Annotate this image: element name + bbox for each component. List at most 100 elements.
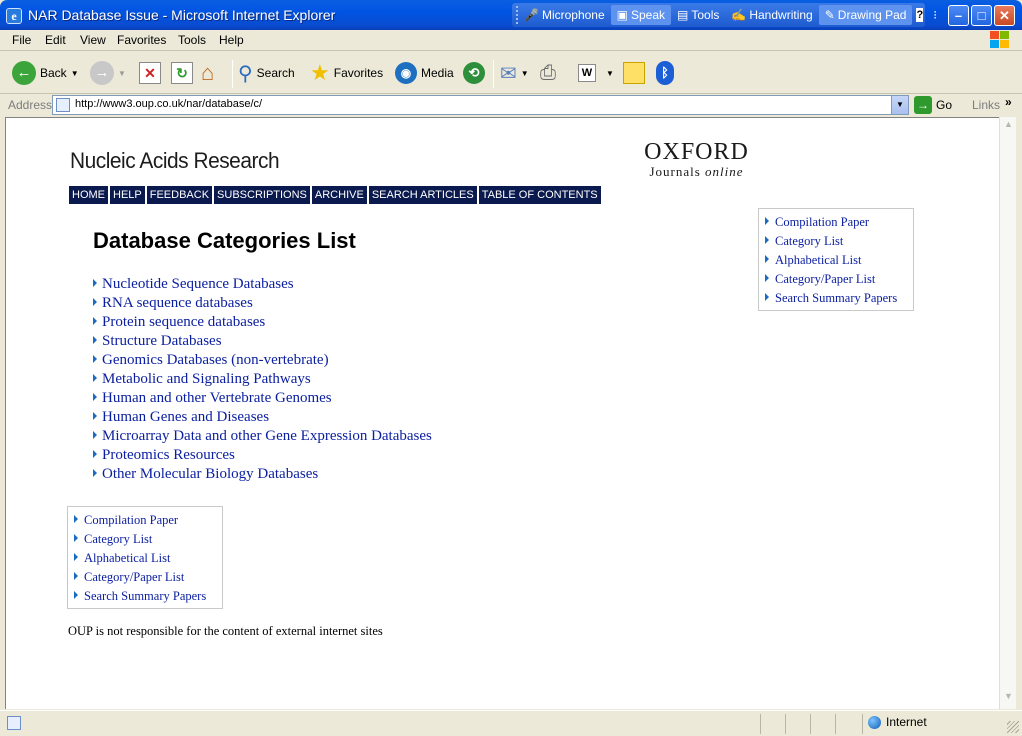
favorites-button[interactable]: ★ Favorites [310,58,383,88]
nav-help[interactable]: HELP [110,186,145,204]
menu-help[interactable]: Help [219,33,244,47]
menu-tools[interactable]: Tools [178,33,206,47]
microphone-button[interactable]: 🎤 Microphone [518,5,611,25]
language-bar-options-icon[interactable]: ⁝ [927,5,943,25]
alphabetical-list-link[interactable]: Alphabetical List [84,551,170,566]
list-item: Category/Paper List [74,568,218,587]
menu-file[interactable]: File [12,33,31,47]
arrow-bullet-icon [765,292,769,301]
history-button[interactable]: ⟲ [463,58,485,88]
search-button[interactable]: ⚲ Search [238,58,295,88]
language-bar-help-button[interactable]: ? [916,8,924,22]
nav-table-of-contents[interactable]: TABLE OF CONTENTS [478,186,601,204]
nav-archive[interactable]: ARCHIVE [311,186,367,204]
drawing-pad-button[interactable]: ✎ Drawing Pad [818,5,913,25]
nav-subscriptions[interactable]: SUBSCRIPTIONS [214,186,310,204]
category-list-link[interactable]: Category List [775,234,843,249]
media-button[interactable]: ◉ Media [395,58,454,88]
handwriting-button[interactable]: ✍ Handwriting [725,5,818,25]
standard-toolbar: ← Back ▼ → ▼ ✕ ↻ ⌂ ⚲ Search ★ Favorites … [0,52,1022,94]
drawing-pad-icon: ✎ [824,8,835,22]
arrow-bullet-icon [93,316,97,325]
category-paper-list-link[interactable]: Category/Paper List [84,570,184,585]
category-link[interactable]: Protein sequence databases [102,314,265,331]
nav-feedback[interactable]: FEEDBACK [146,186,213,204]
resize-grip[interactable] [1007,721,1019,733]
address-url[interactable]: http://www3.oup.co.uk/nar/database/c/ [75,98,262,110]
mail-dropdown-icon[interactable]: ▼ [521,69,529,78]
scroll-up-icon[interactable]: ▲ [1001,119,1016,135]
speak-button[interactable]: ▣ Speak [610,5,672,25]
search-summary-papers-link[interactable]: Search Summary Papers [84,589,206,604]
tools-icon: ▤ [677,8,689,22]
side-links-box-top: Compilation Paper Category List Alphabet… [758,208,914,311]
list-item: Metabolic and Signaling Pathways [93,370,432,389]
list-item: Compilation Paper [74,511,218,530]
category-link[interactable]: Genomics Databases (non-vertebrate) [102,352,329,369]
maximize-button[interactable]: □ [971,5,992,26]
nav-search-articles[interactable]: SEARCH ARTICLES [368,186,477,204]
windows-logo-icon [990,31,1010,49]
list-item: Human and other Vertebrate Genomes [93,389,432,408]
stop-button[interactable]: ✕ [139,58,161,88]
edit-dropdown-icon[interactable]: ▼ [606,69,614,78]
mail-button[interactable]: ✉ ▼ [500,58,529,88]
print-button[interactable]: ⎙ [540,58,556,88]
refresh-button[interactable]: ↻ [171,58,193,88]
list-item: Search Summary Papers [74,587,218,606]
discuss-button[interactable] [623,58,645,88]
side-links-box-bottom: Compilation Paper Category List Alphabet… [67,506,223,609]
category-paper-list-link[interactable]: Category/Paper List [775,272,875,287]
alphabetical-list-link[interactable]: Alphabetical List [775,253,861,268]
forward-dropdown-icon[interactable]: ▼ [118,69,126,78]
mail-icon: ✉ [500,62,517,85]
category-link[interactable]: Human and other Vertebrate Genomes [102,390,332,407]
category-link[interactable]: Other Molecular Biology Databases [102,466,318,483]
compilation-paper-link[interactable]: Compilation Paper [84,513,178,528]
list-item: Alphabetical List [765,251,909,270]
vertical-scrollbar[interactable]: ▲ ▼ [999,117,1016,709]
menu-view[interactable]: View [80,33,106,47]
category-link[interactable]: Human Genes and Diseases [102,409,269,426]
tools-button[interactable]: ▤ Tools [671,5,725,25]
scroll-down-icon[interactable]: ▼ [1001,691,1016,707]
menu-edit[interactable]: Edit [45,33,66,47]
close-button[interactable]: ✕ [994,5,1015,26]
back-button[interactable]: ← Back ▼ [12,58,79,88]
list-item: Category/Paper List [765,270,909,289]
forward-button[interactable]: → ▼ [90,58,126,88]
compilation-paper-link[interactable]: Compilation Paper [775,215,869,230]
category-link[interactable]: Microarray Data and other Gene Expressio… [102,428,432,445]
category-link[interactable]: Structure Databases [102,333,222,350]
minimize-button[interactable]: – [948,5,969,26]
language-bar: 🎤 Microphone ▣ Speak ▤ Tools ✍ Handwriting ✎… [512,3,937,27]
toolbar-chevron-icon[interactable]: » [1005,95,1012,109]
menu-favorites[interactable]: Favorites [117,33,166,47]
category-link[interactable]: RNA sequence databases [102,295,253,312]
go-button[interactable]: → Go [914,96,952,114]
category-link[interactable]: Nucleotide Sequence Databases [102,276,294,293]
list-item: Structure Databases [93,332,432,351]
nav-home[interactable]: HOME [69,186,108,204]
microphone-icon: 🎤 [524,8,539,22]
list-item: Human Genes and Diseases [93,408,432,427]
address-dropdown-icon[interactable]: ▼ [891,96,908,114]
go-arrow-icon: → [914,96,932,114]
bluetooth-button[interactable]: ᛒ [656,58,674,88]
back-dropdown-icon[interactable]: ▼ [71,69,79,78]
category-link[interactable]: Metabolic and Signaling Pathways [102,371,311,388]
address-input[interactable]: http://www3.oup.co.uk/nar/database/c/ ▼ [52,95,909,115]
site-nav: HOME HELP FEEDBACK SUBSCRIPTIONS ARCHIVE… [69,186,601,204]
list-item: Compilation Paper [765,213,909,232]
home-button[interactable]: ⌂ [201,58,214,88]
status-bar: Internet [0,710,1022,736]
security-zone: Internet [868,715,927,729]
category-link[interactable]: Proteomics Resources [102,447,235,464]
arrow-bullet-icon [93,278,97,287]
search-summary-papers-link[interactable]: Search Summary Papers [775,291,897,306]
star-icon: ★ [310,60,330,85]
category-list-link[interactable]: Category List [84,532,152,547]
edit-button[interactable]: W ▼ [578,58,614,88]
links-button[interactable]: Links [972,98,1000,112]
arrow-bullet-icon [93,392,97,401]
